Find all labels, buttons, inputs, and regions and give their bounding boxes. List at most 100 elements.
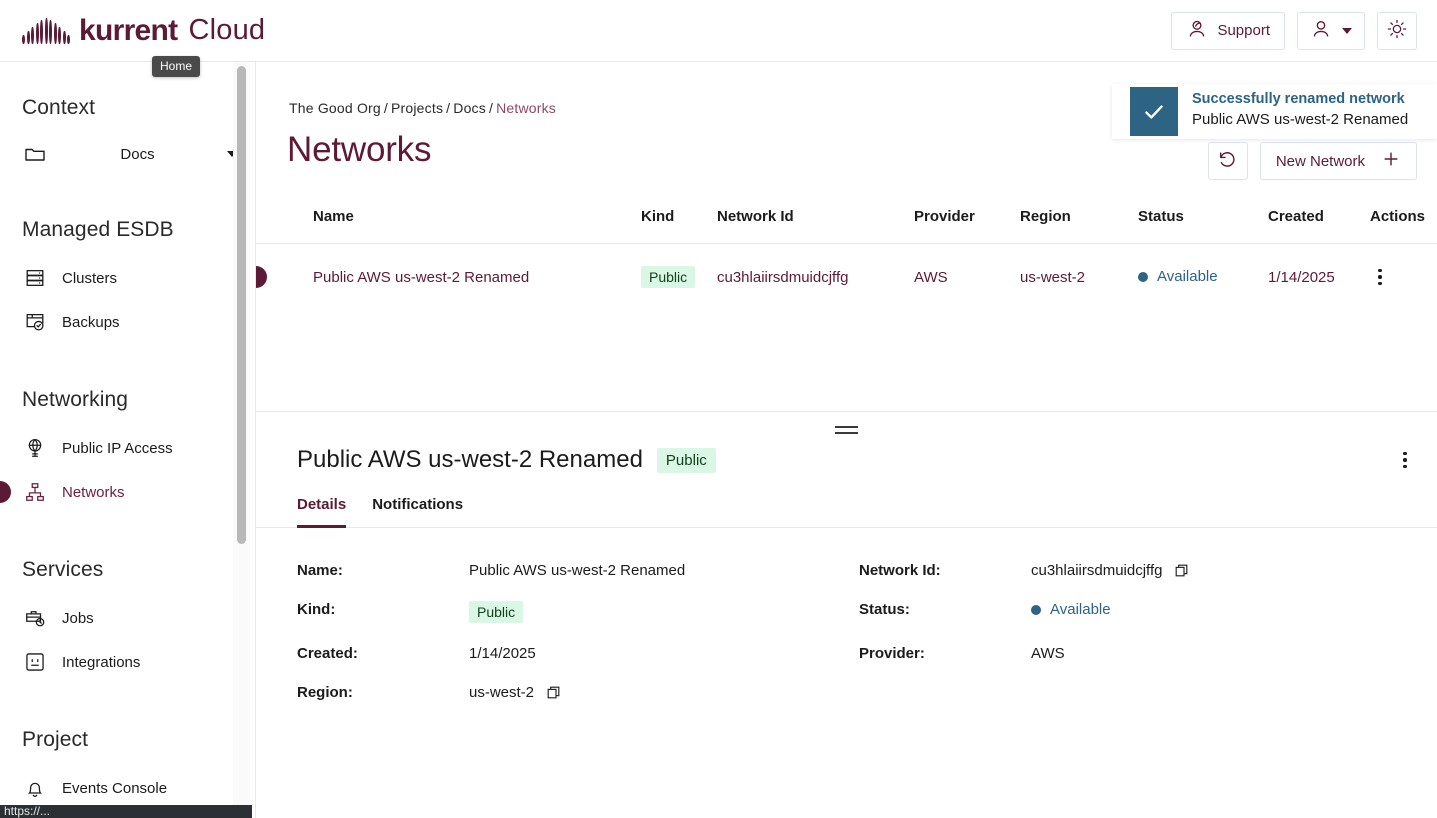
sidebar-scrollbar[interactable] [237, 66, 246, 544]
table-row[interactable]: Public AWS us-west-2 Renamed Public cu3h… [256, 244, 1437, 311]
sidebar-item-label: Backups [62, 314, 120, 331]
chevron-down-icon [1342, 28, 1352, 34]
new-network-label: New Network [1276, 153, 1365, 170]
app-root: kurrent Cloud Support [0, 0, 1437, 818]
check-icon [1130, 87, 1178, 136]
field-label-kind: Kind: [297, 601, 469, 618]
sidebar-section-managed-esdb: Managed ESDB [0, 218, 255, 242]
sun-icon [1386, 18, 1408, 44]
sidebar-item-public-ip-access[interactable]: Public IP Access [0, 426, 255, 470]
column-header-network-id[interactable]: Network Id [717, 208, 914, 244]
cell-created: 1/14/2025 [1268, 244, 1370, 311]
sidebar-section-services: Services [0, 558, 255, 582]
detail-tabs: Details Notifications [256, 486, 1437, 528]
field-label-network-id: Network Id: [859, 562, 1031, 579]
refresh-button[interactable] [1208, 142, 1248, 180]
network-topology-icon [22, 479, 48, 505]
sidebar-section-context: Context [0, 96, 255, 120]
new-network-button[interactable]: New Network [1260, 142, 1417, 180]
field-value-created: 1/14/2025 [469, 645, 859, 662]
status-dot-icon [1138, 272, 1148, 282]
sidebar-item-label: Jobs [62, 610, 94, 627]
detail-title: Public AWS us-west-2 Renamed [297, 446, 643, 474]
field-label-created: Created: [297, 645, 469, 662]
brand-logo[interactable]: kurrent Cloud [22, 16, 265, 46]
column-header-region[interactable]: Region [1020, 208, 1138, 244]
field-value-name: Public AWS us-west-2 Renamed [469, 562, 859, 579]
column-header-actions: Actions [1370, 208, 1437, 244]
field-value-kind: Public [469, 601, 859, 623]
user-avatar-icon [1310, 18, 1332, 44]
copy-icon[interactable] [1174, 563, 1189, 578]
network-id-text: cu3hlaiirsdmuidcjffg [1031, 562, 1162, 579]
status-text: Available [1050, 601, 1111, 618]
sidebar-item-label: Clusters [62, 270, 117, 287]
status-bar-url: https://... [0, 805, 252, 818]
cell-status: Available [1138, 244, 1268, 311]
sidebar-item-backups[interactable]: Backups [0, 300, 255, 344]
top-bar-actions: Support [1171, 12, 1417, 50]
sidebar-item-label: Integrations [62, 654, 140, 671]
cell-provider: AWS [914, 244, 1020, 311]
field-value-network-id: cu3hlaiirsdmuidcjffg [1031, 562, 1437, 579]
user-menu-button[interactable] [1297, 12, 1365, 50]
cell-actions [1370, 244, 1437, 311]
networks-table: Name Kind Network Id Provider Region Sta… [256, 208, 1437, 310]
breadcrumb-separator: / [489, 100, 493, 116]
status-badge: Available [1031, 601, 1111, 618]
table-header-row: Name Kind Network Id Provider Region Sta… [256, 208, 1437, 244]
detail-fields: Name: Public AWS us-west-2 Renamed Netwo… [256, 528, 1437, 701]
tab-details[interactable]: Details [297, 496, 346, 528]
tab-notifications[interactable]: Notifications [372, 496, 463, 528]
detail-kind-badge: Public [657, 448, 716, 473]
copy-icon[interactable] [546, 685, 561, 700]
toast-body: Successfully renamed network Public AWS … [1178, 84, 1408, 139]
sidebar-item-clusters[interactable]: Clusters [0, 256, 255, 300]
theme-toggle-button[interactable] [1377, 12, 1417, 50]
context-selector[interactable]: Docs [0, 134, 255, 174]
status-badge: Available [1138, 268, 1218, 285]
sidebar-item-networks[interactable]: Networks [0, 470, 255, 514]
column-header-created[interactable]: Created [1268, 208, 1370, 244]
home-tooltip: Home [152, 56, 200, 77]
support-button[interactable]: Support [1171, 12, 1285, 50]
row-kebab-menu-icon[interactable] [1370, 269, 1390, 286]
breadcrumb-item-docs[interactable]: Docs [453, 100, 486, 116]
field-value-status: Available [1031, 601, 1437, 618]
column-header-status[interactable]: Status [1138, 208, 1268, 244]
kurrent-wave-icon [22, 18, 70, 44]
detail-kebab-menu-icon[interactable] [1395, 452, 1415, 469]
toast-subtitle: Public AWS us-west-2 Renamed [1192, 110, 1408, 130]
field-label-name: Name: [297, 562, 469, 579]
kind-badge: Public [469, 601, 523, 623]
cell-region: us-west-2 [1020, 244, 1138, 311]
breadcrumb-item-org[interactable]: The Good Org [289, 100, 381, 116]
top-bar: kurrent Cloud Support [0, 0, 1437, 62]
toast-title: Successfully renamed network [1192, 90, 1408, 110]
column-header-kind[interactable]: Kind [641, 208, 717, 244]
briefcase-clock-icon [22, 605, 48, 631]
sidebar: Context Docs Managed ESDB C [0, 62, 256, 818]
breadcrumb-item-projects[interactable]: Projects [391, 100, 443, 116]
sidebar-item-jobs[interactable]: Jobs [0, 596, 255, 640]
status-dot-icon [1031, 605, 1041, 615]
sidebar-item-integrations[interactable]: Integrations [0, 640, 255, 684]
refresh-counterclockwise-icon [1217, 149, 1238, 174]
context-label: Docs [48, 146, 227, 163]
column-header-name[interactable]: Name [256, 208, 641, 244]
cell-kind: Public [641, 244, 717, 311]
status-text: Available [1157, 268, 1218, 285]
detail-panel: Public AWS us-west-2 Renamed Public Deta… [256, 434, 1437, 818]
bell-icon [22, 775, 48, 801]
support-agent-icon [1186, 18, 1208, 44]
sidebar-item-events-console[interactable]: Events Console [0, 766, 255, 810]
sidebar-section-networking: Networking [0, 388, 255, 412]
brand-cloud: Cloud [188, 16, 265, 45]
sidebar-section-project: Project [0, 728, 255, 752]
network-name-link[interactable]: Public AWS us-west-2 Renamed [313, 269, 529, 286]
kind-badge: Public [641, 266, 695, 288]
column-header-provider[interactable]: Provider [914, 208, 1020, 244]
server-rack-icon [22, 265, 48, 291]
toast-notification[interactable]: Successfully renamed network Public AWS … [1112, 84, 1437, 139]
plus-icon [1381, 149, 1401, 173]
